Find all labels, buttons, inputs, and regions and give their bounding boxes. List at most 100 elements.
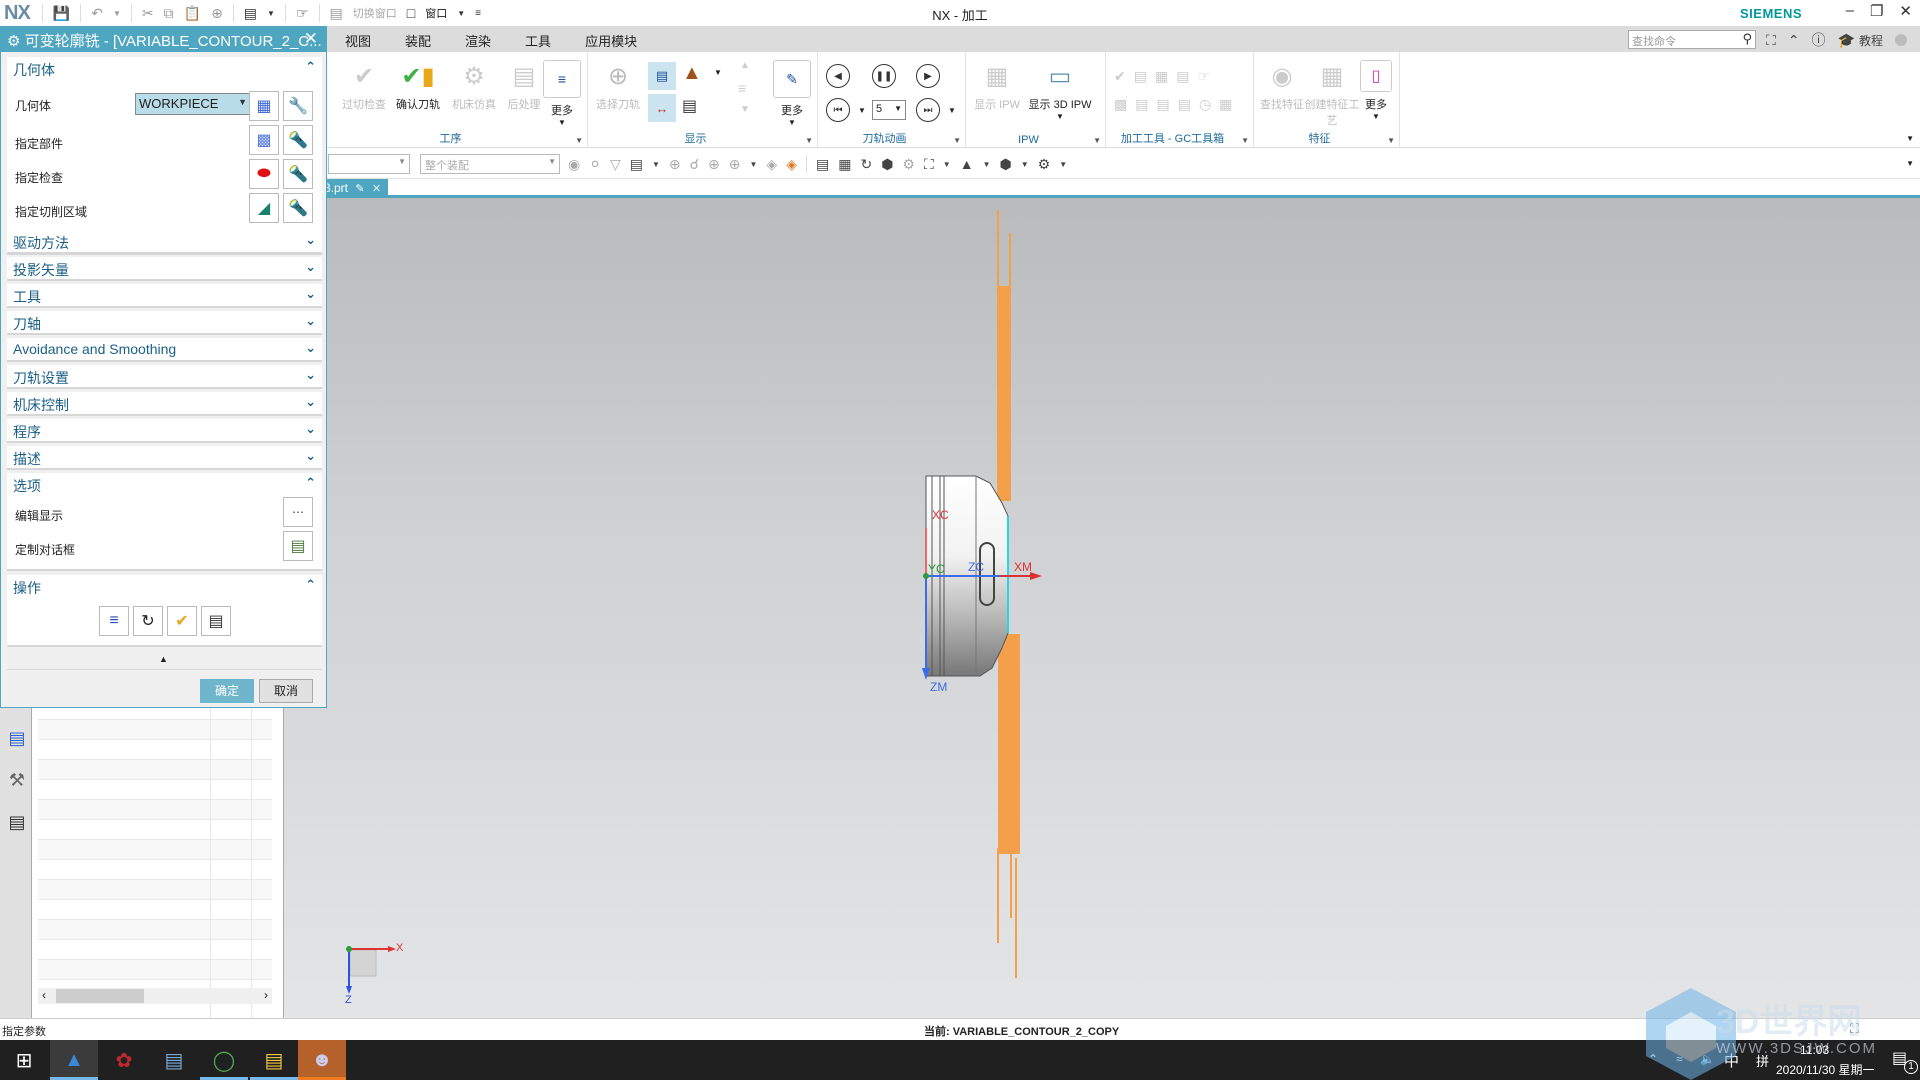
ribbon-options-icon[interactable]: ▼ (1906, 134, 1914, 143)
fullscreen-icon[interactable]: ⛶ (1766, 32, 1776, 49)
file-tab[interactable]: 3.prt ✎ ✕ (320, 179, 388, 198)
window-menu-button[interactable]: 窗口 (425, 5, 447, 21)
ime-language[interactable]: 中 (1724, 1050, 1739, 1071)
chevron-down-icon[interactable]: ▼ (983, 160, 991, 169)
group-dropdown-icon[interactable]: ▼ (1241, 136, 1249, 145)
chevron-down-icon[interactable]: ▼ (652, 160, 660, 169)
chevron-down-icon[interactable]: ⌄ (305, 448, 316, 464)
edit-section-icon[interactable]: ▤ (816, 156, 829, 173)
snap-end-icon[interactable]: ☌ (690, 156, 699, 173)
table-row[interactable] (38, 900, 272, 920)
dialog-title-bar[interactable]: ⚙ 可变轮廓铣 - [VARIABLE_CONTOUR_2_C... ✕ (1, 27, 326, 52)
section-header[interactable]: 刀轴 (13, 314, 41, 334)
scroll-left-icon[interactable]: ‹ (42, 988, 46, 1002)
chevron-down-icon[interactable]: ⌄ (305, 340, 316, 356)
snap-center-icon[interactable]: ⊕ (708, 156, 720, 173)
group-dropdown-icon[interactable]: ▼ (1387, 136, 1395, 145)
copy-icon[interactable]: ⧉ (164, 5, 174, 22)
table-row[interactable] (38, 860, 272, 880)
type-filter-select[interactable]: ▼ (328, 154, 410, 174)
section-header[interactable]: 投影矢量 (13, 260, 69, 280)
forward-to-end-icon[interactable]: ⏭ (916, 98, 940, 122)
collapse-ribbon-icon[interactable]: ⌃ (1788, 32, 1800, 49)
menu-application[interactable]: 应用模块 (585, 31, 637, 50)
fit-view-icon[interactable]: ⛶ (924, 156, 934, 173)
wifi-icon[interactable]: ≈ (1676, 1052, 1683, 1066)
selection-scope-select[interactable]: 整个装配 ▼ (420, 154, 560, 174)
section-tool-axis[interactable]: 刀轴 ⌄ (7, 311, 322, 335)
new-geometry-button[interactable]: ▦ (249, 91, 279, 121)
group-dropdown-icon[interactable]: ▼ (575, 136, 583, 145)
machine-simulation-button[interactable]: ⚙ 机床仿真 (446, 60, 502, 112)
section-header[interactable]: 操作 (13, 578, 41, 598)
group-dropdown-icon[interactable]: ▼ (805, 136, 813, 145)
list-toolpath-button[interactable]: ▤ (201, 606, 231, 636)
restore-icon[interactable]: ❐ (1870, 2, 1883, 20)
taskbar-app-flower[interactable]: ✿ (100, 1040, 148, 1080)
chevron-down-icon[interactable]: ▼ (113, 9, 121, 18)
layer-settings-icon[interactable]: ⚙ (1038, 156, 1051, 173)
menu-tools[interactable]: 工具 (525, 31, 551, 50)
specify-part-button[interactable]: ▩ (249, 125, 279, 155)
snap-intersect-icon[interactable]: ⊕ (729, 156, 741, 173)
taskbar-app-calculator[interactable]: ▤ (150, 1040, 198, 1080)
toolpath-display-toggle[interactable]: ▤ (648, 62, 676, 90)
start-button[interactable]: ⊞ (0, 1040, 48, 1080)
gc-tool-icon[interactable]: ▦ (1155, 68, 1176, 84)
tutorial-link[interactable]: 教程 (1859, 32, 1883, 49)
section-program[interactable]: 程序 ⌄ (7, 419, 322, 443)
find-feature-button[interactable]: ◉ 查找特征 (1260, 60, 1304, 112)
chevron-down-icon[interactable]: ▼ (714, 68, 722, 77)
operation-navigator-table[interactable]: ‹ › (32, 700, 284, 1018)
select-body-icon[interactable]: ◈ (766, 156, 777, 173)
chevron-down-icon[interactable]: ⌄ (305, 421, 316, 437)
gouge-check-button[interactable]: ✔ 过切检查 (336, 60, 392, 112)
section-header[interactable]: Avoidance and Smoothing (13, 341, 176, 357)
filter-icon[interactable]: ▽ (610, 156, 621, 173)
chevron-down-icon[interactable]: ▼ (858, 106, 866, 115)
pan-icon[interactable]: ▦ (838, 156, 851, 173)
chevron-down-icon[interactable]: ▼ (267, 9, 275, 18)
verify-toolpath-button[interactable]: ✔ ▮ 确认刀轨 (390, 60, 446, 112)
section-avoidance-smoothing[interactable]: Avoidance and Smoothing ⌄ (7, 338, 322, 362)
cancel-button[interactable]: 取消 (259, 679, 313, 703)
command-search-input[interactable]: 查找命令 ⚲ (1628, 30, 1756, 49)
close-icon[interactable]: ✕ (304, 29, 318, 49)
chevron-down-icon[interactable]: ⌄ (305, 259, 316, 275)
chevron-down-icon[interactable]: ▼ (750, 160, 758, 169)
table-row[interactable] (38, 740, 272, 760)
ime-mode[interactable]: 拼 (1756, 1051, 1769, 1070)
clock-time[interactable]: 11:03 (1800, 1043, 1829, 1057)
chevron-down-icon[interactable]: ⌄ (305, 394, 316, 410)
gc-tool-icon[interactable]: ▤ (1134, 68, 1155, 84)
more-button[interactable]: ≡ 更多 ▼ (540, 60, 584, 127)
chevron-up-icon[interactable]: ⌃ (305, 59, 316, 75)
machine-tool-navigator-icon[interactable]: ⚒ (5, 768, 29, 792)
section-header[interactable]: 驱动方法 (13, 233, 69, 253)
table-row[interactable] (38, 800, 272, 820)
taskbar-app-nx[interactable]: ▲ (50, 1040, 98, 1080)
select-feature-icon[interactable]: ◉ (568, 156, 580, 173)
search-icon[interactable]: ⚲ (1742, 31, 1752, 47)
section-header[interactable]: 几何体 (13, 60, 55, 80)
table-row[interactable] (38, 880, 272, 900)
chevron-up-icon[interactable]: ⌃ (305, 475, 316, 491)
taskbar-app-browser[interactable]: ◯ (200, 1040, 248, 1080)
create-feature-process-button[interactable]: ▦ 创建特征工艺 (1304, 60, 1360, 128)
section-tool[interactable]: 工具 ⌄ (7, 284, 322, 308)
collapse-dialog-icon[interactable]: ▲ (159, 654, 168, 664)
gc-tool-icon[interactable]: ▤ (1156, 96, 1177, 112)
menu-render[interactable]: 渲染 (465, 31, 491, 50)
snap-point-icon[interactable]: ⊕ (669, 156, 681, 173)
orient-view-icon[interactable]: ⬢ (1000, 156, 1012, 173)
volume-icon[interactable]: 🔈 (1700, 1052, 1715, 1066)
scroll-right-icon[interactable]: › (264, 988, 268, 1002)
table-row[interactable] (38, 820, 272, 840)
section-header[interactable]: 机床控制 (13, 395, 69, 415)
command-finder-icon[interactable]: ▤ (244, 5, 257, 22)
table-row[interactable] (38, 940, 272, 960)
table-row[interactable] (38, 920, 272, 940)
chevron-up-icon[interactable]: ⌃ (305, 577, 316, 593)
animation-speed-select[interactable]: 5 ▼ (872, 100, 906, 120)
table-row[interactable] (38, 840, 272, 860)
